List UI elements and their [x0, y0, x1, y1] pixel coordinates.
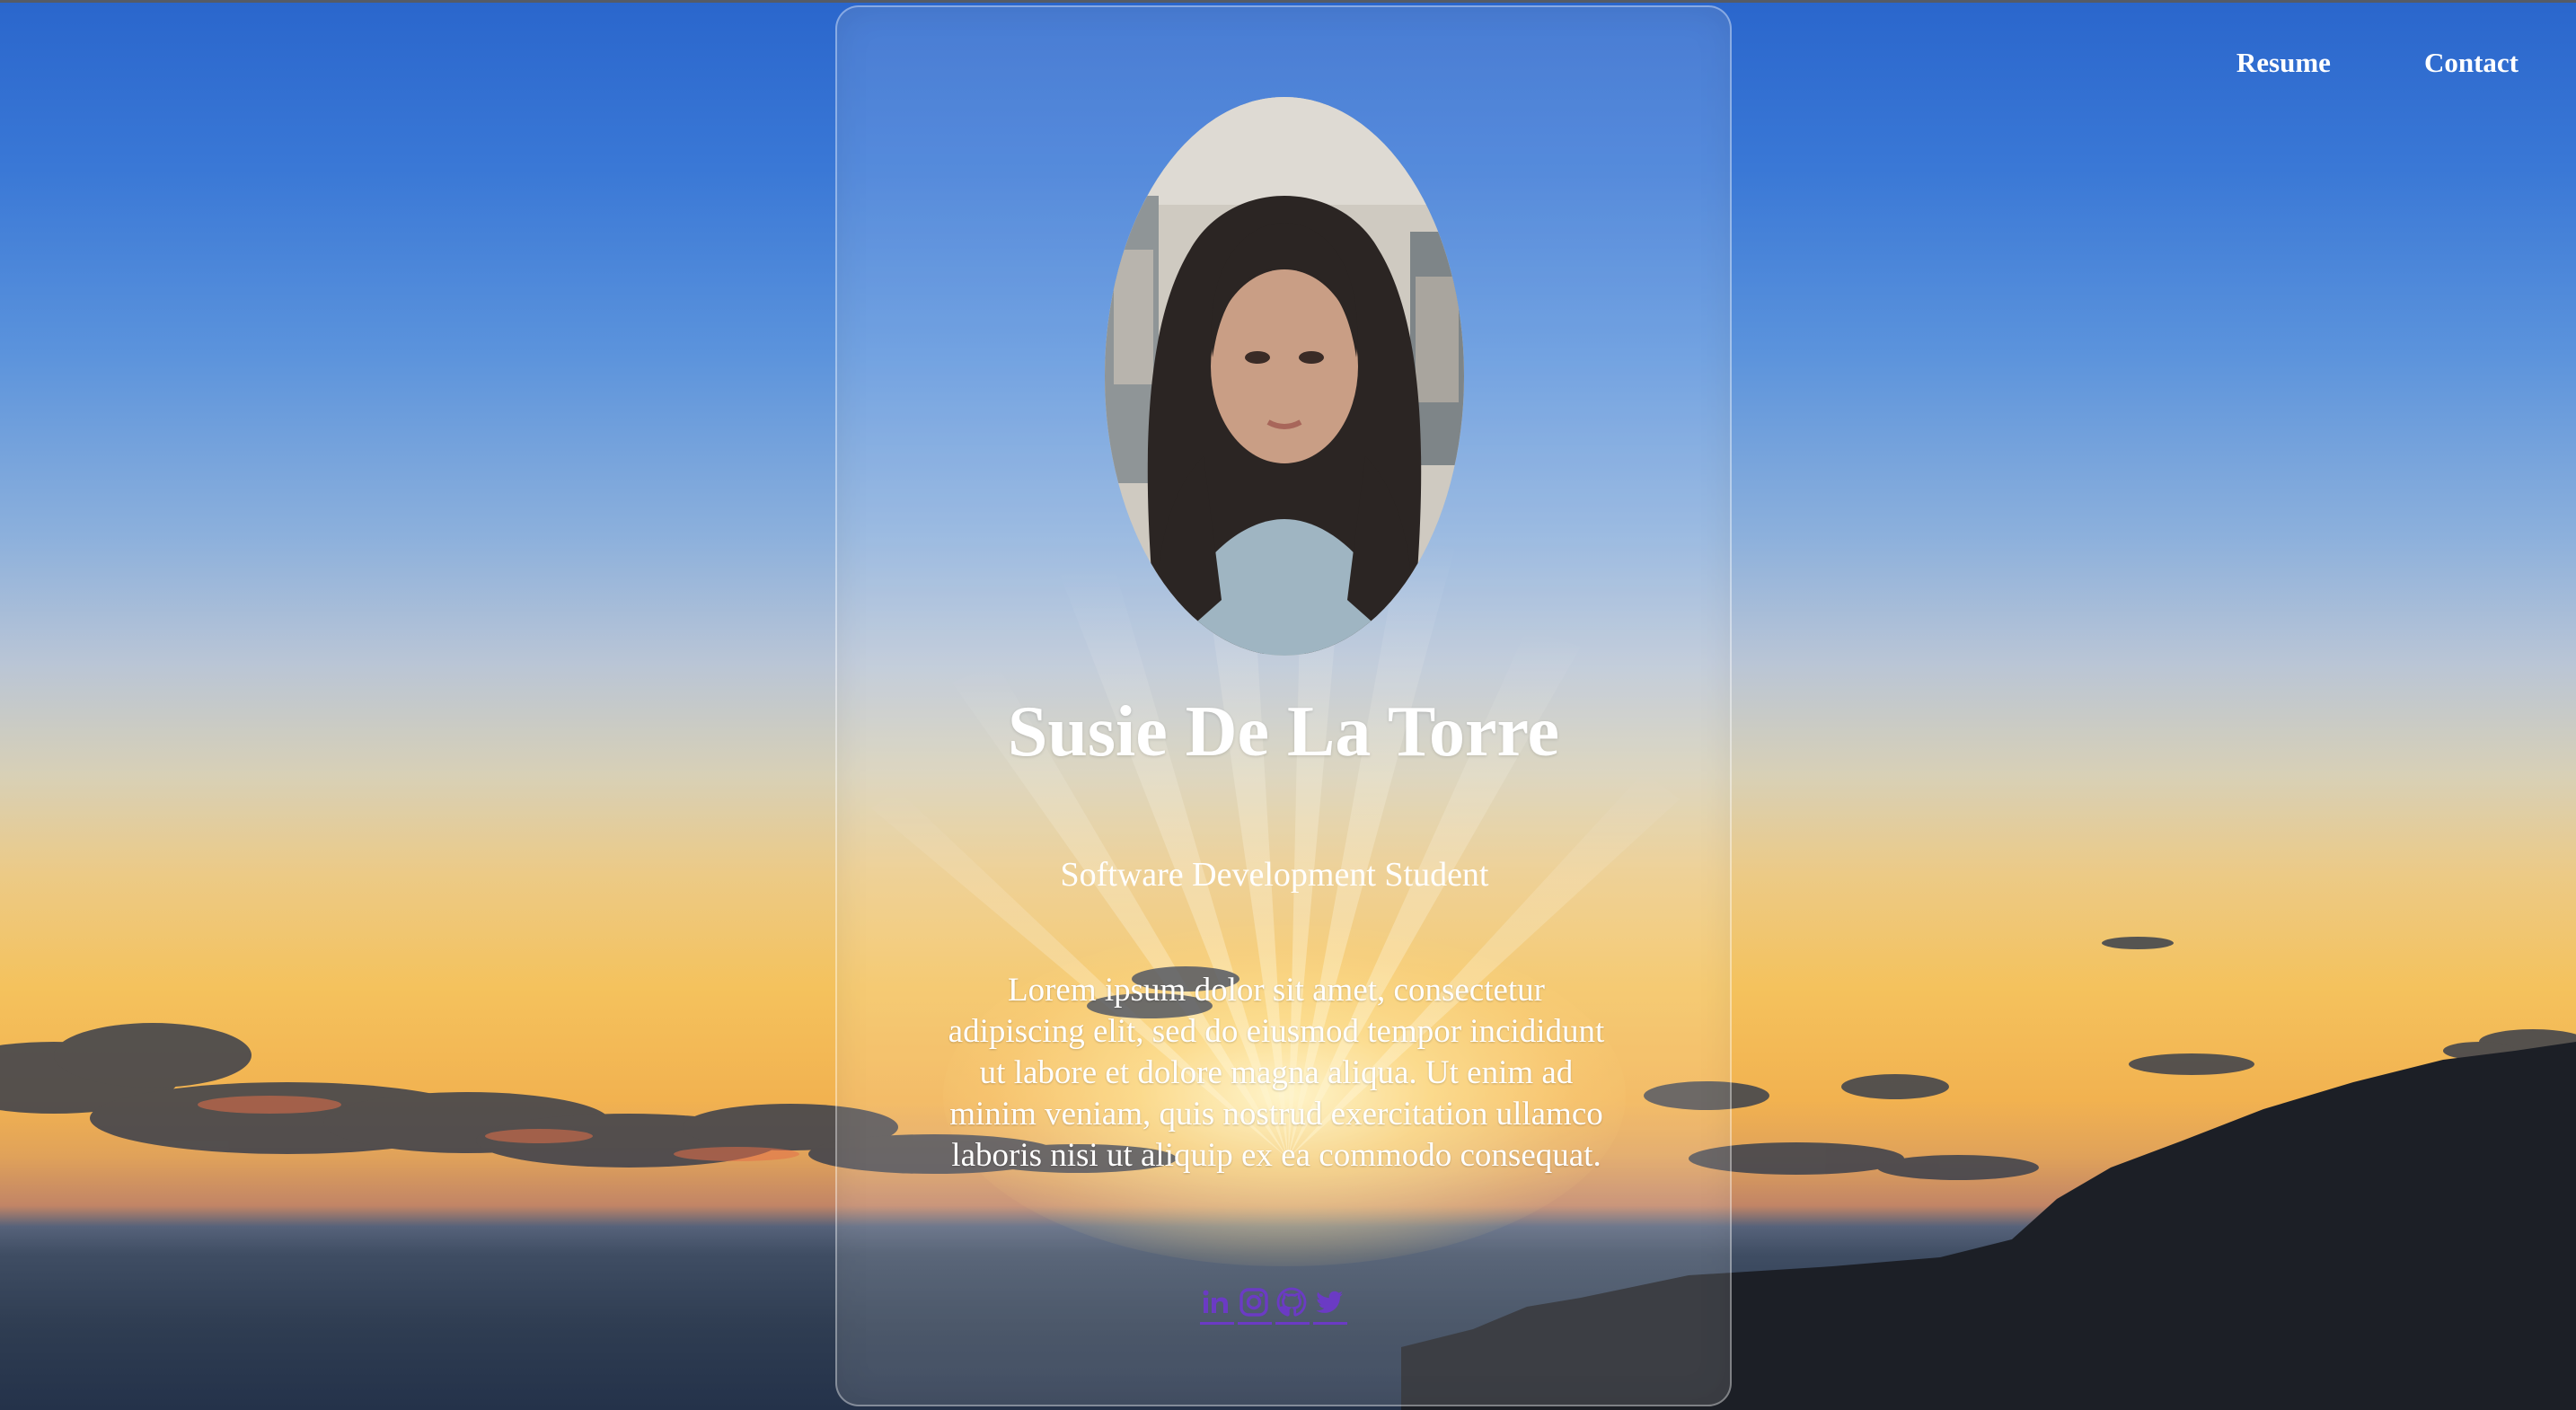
profile-subtitle: Software Development Student: [1060, 856, 1489, 894]
top-navigation: Resume Contact: [2236, 47, 2519, 79]
github-icon: [1276, 1287, 1307, 1317]
linkedin-icon: [1203, 1290, 1228, 1313]
social-links: [837, 1286, 1710, 1325]
github-link[interactable]: [1275, 1286, 1310, 1325]
profile-bio: Lorem ipsum dolor sit amet, consectetur …: [948, 972, 1605, 1174]
profile-photo: [1105, 97, 1464, 656]
nav-link-resume[interactable]: Resume: [2236, 47, 2331, 79]
profile-photo-illustration: [1105, 97, 1464, 656]
twitter-icon: [1316, 1291, 1343, 1313]
linkedin-link[interactable]: [1200, 1286, 1234, 1325]
profile-name: Susie De La Torre: [1007, 692, 1560, 771]
twitter-link[interactable]: [1313, 1286, 1347, 1325]
nav-link-contact[interactable]: Contact: [2424, 47, 2519, 79]
profile-card: Susie De La Torre Software Development S…: [835, 5, 1732, 1406]
instagram-icon: [1239, 1288, 1268, 1317]
instagram-link[interactable]: [1238, 1286, 1272, 1325]
